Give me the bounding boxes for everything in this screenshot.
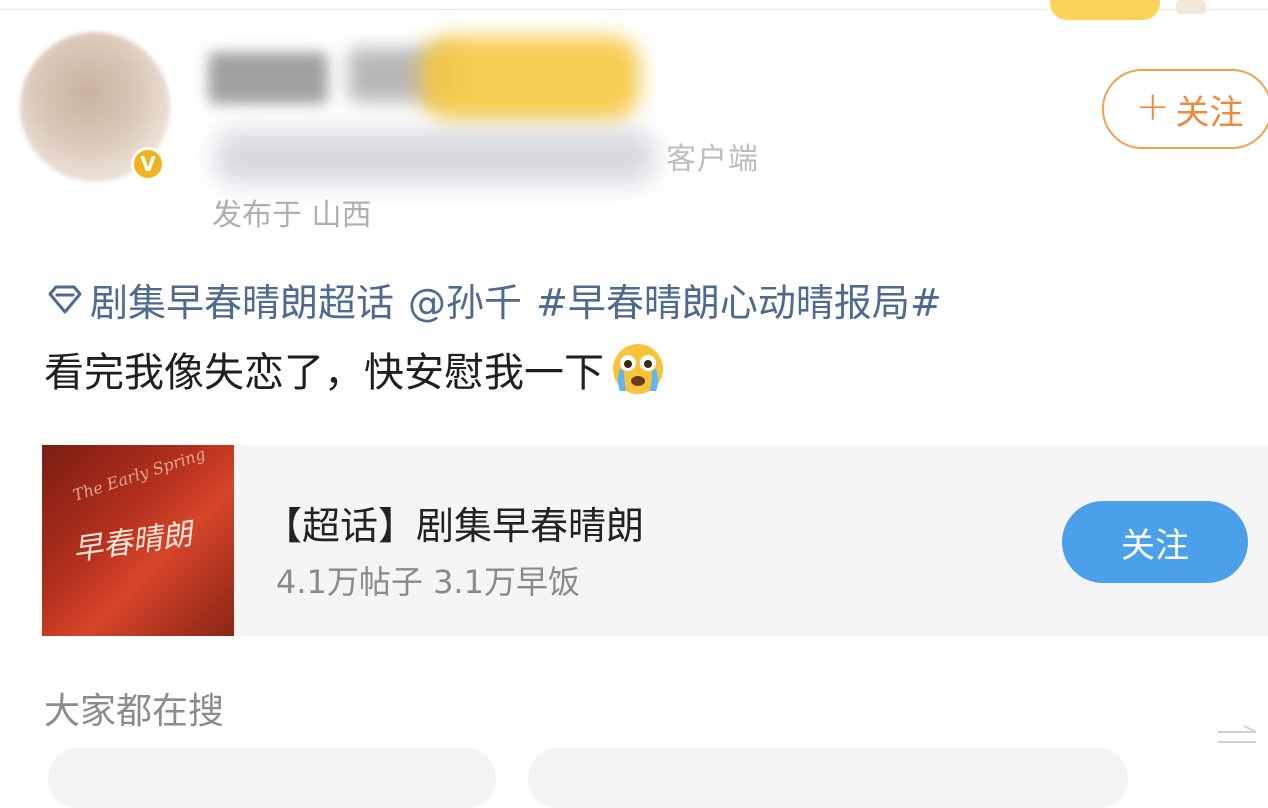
client-label: 客户端: [666, 142, 759, 177]
post-location: 发布于 山西: [212, 198, 372, 233]
card-title: 【超话】剧集早春晴朗: [264, 504, 645, 548]
post-text-line: 看完我像失恋了，快安慰我一下: [44, 340, 666, 398]
thumbnail-title: 早春晴朗: [70, 516, 195, 569]
super-topic-card[interactable]: The Early Spring 早春晴朗 【超话】剧集早春晴朗 4.1万帖子 …: [42, 445, 1268, 636]
username-redacted-3: [420, 36, 640, 120]
post-body: 看完我像失恋了，快安慰我一下: [44, 350, 604, 396]
top-badge: [1050, 0, 1160, 20]
follow-button[interactable]: + 关注: [1102, 69, 1268, 149]
meta-redacted: [215, 130, 655, 184]
topic-link[interactable]: 剧集早春晴朗超话: [90, 272, 394, 327]
username-redacted[interactable]: [208, 52, 328, 104]
card-stats: 4.1万帖子 3.1万早饭: [276, 563, 580, 601]
diamond-icon: [48, 285, 82, 313]
trending-search-chip[interactable]: [528, 748, 1128, 808]
mention-link[interactable]: @孙千: [408, 272, 522, 327]
hashtag-link[interactable]: #早春晴朗心动晴报局#: [536, 272, 942, 327]
trending-search-heading: 大家都在搜: [44, 691, 225, 732]
post-topic-line: 剧集早春晴朗超话 @孙千 #早春晴朗心动晴报局#: [44, 272, 942, 327]
more-icon[interactable]: [1214, 722, 1260, 752]
cry-emoji-icon: [613, 344, 663, 394]
topic-thumbnail: The Early Spring 早春晴朗: [42, 445, 234, 636]
verified-icon: V: [131, 147, 165, 181]
top-badge-secondary: [1176, 0, 1206, 14]
trending-search-chip[interactable]: [48, 748, 496, 808]
follow-label: 关注: [1175, 92, 1244, 133]
plus-icon: +: [1136, 84, 1170, 130]
card-follow-button[interactable]: 关注: [1062, 501, 1248, 583]
thumbnail-subtitle: The Early Spring: [70, 445, 208, 505]
